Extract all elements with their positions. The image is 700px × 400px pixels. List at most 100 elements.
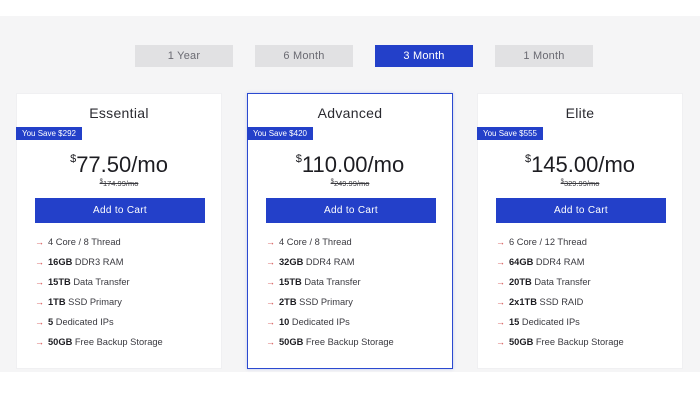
arrow-right-icon: → (266, 317, 275, 327)
feature-highlight: 2x1TB (509, 297, 537, 307)
tab-1-month[interactable]: 1 Month (495, 45, 593, 67)
list-item: → 15TB Data Transfer (266, 275, 446, 295)
feature-highlight: 16GB (48, 257, 73, 267)
feature-text: SSD Primary (296, 297, 353, 307)
arrow-right-icon: → (266, 277, 275, 287)
arrow-right-icon: → (266, 237, 275, 247)
price-period: /mo (367, 152, 405, 177)
plan-name: Essential (89, 105, 149, 121)
add-to-cart-button[interactable]: Add to Cart (35, 198, 205, 223)
feature-highlight: 2TB (279, 297, 297, 307)
feature-text: Free Backup Storage (533, 337, 624, 347)
list-item: → 50GB Free Backup Storage (496, 335, 676, 355)
feature-text: 4 Core / 8 Thread (279, 237, 352, 247)
tab-1-year[interactable]: 1 Year (135, 45, 233, 67)
feature-highlight: 50GB (48, 337, 73, 347)
plan-price: $77.50/mo (17, 152, 221, 178)
list-item: → 50GB Free Backup Storage (266, 335, 446, 355)
list-item: → 6 Core / 12 Thread (496, 235, 676, 255)
list-item: → 15TB Data Transfer (35, 275, 215, 295)
add-to-cart-button[interactable]: Add to Cart (496, 198, 666, 223)
list-item: → 64GB DDR4 RAM (496, 255, 676, 275)
feature-list: → 4 Core / 8 Thread → 16GB DDR3 RAM → 15TB … (35, 235, 215, 355)
list-item: → 15 Dedicated IPs (496, 315, 676, 335)
tab-6-month[interactable]: 6 Month (255, 45, 353, 67)
plan-price: $145.00/mo (478, 152, 682, 178)
feature-text: Dedicated IPs (53, 317, 114, 327)
feature-highlight: 64GB (509, 257, 534, 267)
arrow-right-icon: → (35, 317, 44, 327)
feature-text: DDR3 RAM (72, 257, 124, 267)
list-item: → 10 Dedicated IPs (266, 315, 446, 335)
feature-highlight: 20TB (509, 277, 532, 287)
feature-highlight: 50GB (509, 337, 534, 347)
arrow-right-icon: → (266, 297, 275, 307)
plan-name: Elite (565, 105, 595, 121)
feature-text: DDR4 RAM (533, 257, 585, 267)
feature-text: Dedicated IPs (289, 317, 350, 327)
tab-3-month[interactable]: 3 Month (375, 45, 473, 67)
plan-card-advanced: Advanced You Save $420 $110.00/mo $249.9… (247, 93, 453, 369)
feature-highlight: 15 (509, 317, 520, 327)
old-price-amount: 174.99/mo (102, 179, 139, 188)
arrow-right-icon: → (35, 257, 44, 267)
list-item: → 2x1TB SSD RAID (496, 295, 676, 315)
list-item: → 1TB SSD Primary (35, 295, 215, 315)
feature-text: Data Transfer (301, 277, 361, 287)
feature-text: Data Transfer (531, 277, 591, 287)
price-period: /mo (598, 152, 636, 177)
plan-name: Advanced (317, 105, 383, 121)
feature-text: Free Backup Storage (303, 337, 394, 347)
feature-highlight: 1TB (48, 297, 66, 307)
list-item: → 32GB DDR4 RAM (266, 255, 446, 275)
feature-text: Dedicated IPs (519, 317, 580, 327)
list-item: → 4 Core / 8 Thread (266, 235, 446, 255)
arrow-right-icon: → (496, 237, 505, 247)
feature-list: → 4 Core / 8 Thread → 32GB DDR4 RAM → 15TB … (266, 235, 446, 355)
list-item: → 50GB Free Backup Storage (35, 335, 215, 355)
plan-card-essential: Essential You Save $292 $77.50/mo $174.9… (16, 93, 222, 369)
feature-text: 6 Core / 12 Thread (509, 237, 587, 247)
arrow-right-icon: → (266, 337, 275, 347)
arrow-right-icon: → (496, 317, 505, 327)
arrow-right-icon: → (496, 297, 505, 307)
add-to-cart-button[interactable]: Add to Cart (266, 198, 436, 223)
old-price-amount: 329.99/mo (563, 179, 600, 188)
savings-badge: You Save $292 (16, 127, 82, 140)
original-price: $249.99/mo (248, 179, 452, 188)
price-amount: 145.00 (531, 152, 599, 177)
old-price-amount: 249.99/mo (333, 179, 370, 188)
arrow-right-icon: → (266, 257, 275, 267)
list-item: → 5 Dedicated IPs (35, 315, 215, 335)
savings-badge: You Save $420 (247, 127, 313, 140)
billing-period-tabs: 1 Year 6 Month 3 Month 1 Month (135, 45, 593, 67)
list-item: → 2TB SSD Primary (266, 295, 446, 315)
original-price: $329.99/mo (478, 179, 682, 188)
feature-list: → 6 Core / 12 Thread → 64GB DDR4 RAM → 20TB… (496, 235, 676, 355)
list-item: → 20TB Data Transfer (496, 275, 676, 295)
arrow-right-icon: → (496, 277, 505, 287)
plan-card-elite: Elite You Save $555 $145.00/mo $329.99/m… (477, 93, 683, 369)
feature-text: SSD Primary (65, 297, 122, 307)
plan-price: $110.00/mo (248, 152, 452, 178)
feature-text: DDR4 RAM (303, 257, 355, 267)
arrow-right-icon: → (496, 337, 505, 347)
price-amount: 110.00 (301, 152, 368, 177)
arrow-right-icon: → (35, 337, 44, 347)
feature-highlight: 32GB (279, 257, 304, 267)
arrow-right-icon: → (35, 297, 44, 307)
list-item: → 16GB DDR3 RAM (35, 255, 215, 275)
feature-highlight: 50GB (279, 337, 304, 347)
list-item: → 4 Core / 8 Thread (35, 235, 215, 255)
price-amount: 77.50 (76, 152, 132, 177)
feature-text: SSD RAID (536, 297, 584, 307)
feature-highlight: 15TB (279, 277, 302, 287)
feature-text: 4 Core / 8 Thread (48, 237, 121, 247)
savings-badge: You Save $555 (477, 127, 543, 140)
original-price: $174.99/mo (17, 179, 221, 188)
arrow-right-icon: → (35, 277, 44, 287)
feature-highlight: 10 (279, 317, 290, 327)
feature-highlight: 15TB (48, 277, 71, 287)
feature-text: Data Transfer (70, 277, 130, 287)
price-period: /mo (131, 152, 168, 177)
